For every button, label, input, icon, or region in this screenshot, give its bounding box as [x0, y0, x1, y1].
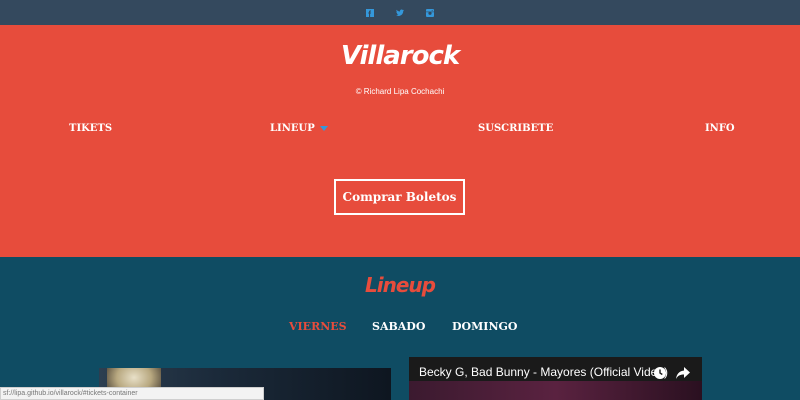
nav-tikets[interactable]: Tikets [69, 123, 112, 134]
nav-suscribete-label: Suscribete [478, 123, 554, 134]
hero-section: Villarock © Richard Lipa Cochachi Tikets… [0, 25, 800, 257]
site-logo[interactable]: Villarock [0, 41, 800, 71]
nav-suscribete[interactable]: Suscribete [478, 123, 553, 134]
facebook-icon[interactable] [366, 8, 374, 17]
video-embed[interactable]: Becky G, Bad Bunny - Mayores (Official V… [409, 357, 702, 400]
nav-info[interactable]: Info [705, 123, 735, 134]
browser-status-url: sf://lipa.github.io/villarock/#tickets-c… [0, 387, 264, 400]
share-icon[interactable] [675, 365, 691, 381]
instagram-icon[interactable] [426, 8, 434, 17]
tab-domingo[interactable]: Domingo [452, 320, 517, 333]
chevron-down-icon [319, 126, 328, 131]
twitter-icon[interactable] [396, 8, 404, 17]
buy-tickets-button[interactable]: Comprar Boletos [334, 179, 465, 215]
social-bar [0, 0, 800, 25]
nav-tikets-label: Tikets [69, 123, 113, 134]
video-thumbnail [409, 381, 702, 400]
nav-lineup-label: Lineup [270, 123, 315, 134]
nav-lineup[interactable]: Lineup [270, 123, 328, 134]
author-credit: © Richard Lipa Cochachi [355, 87, 445, 96]
clock-icon[interactable] [652, 365, 668, 381]
tab-viernes[interactable]: Viernes [289, 320, 347, 333]
nav-info-label: Info [705, 123, 735, 134]
tab-sabado[interactable]: Sabado [372, 320, 425, 333]
lineup-heading: Lineup [365, 273, 436, 297]
video-title[interactable]: Becky G, Bad Bunny - Mayores (Official V… [419, 365, 668, 379]
